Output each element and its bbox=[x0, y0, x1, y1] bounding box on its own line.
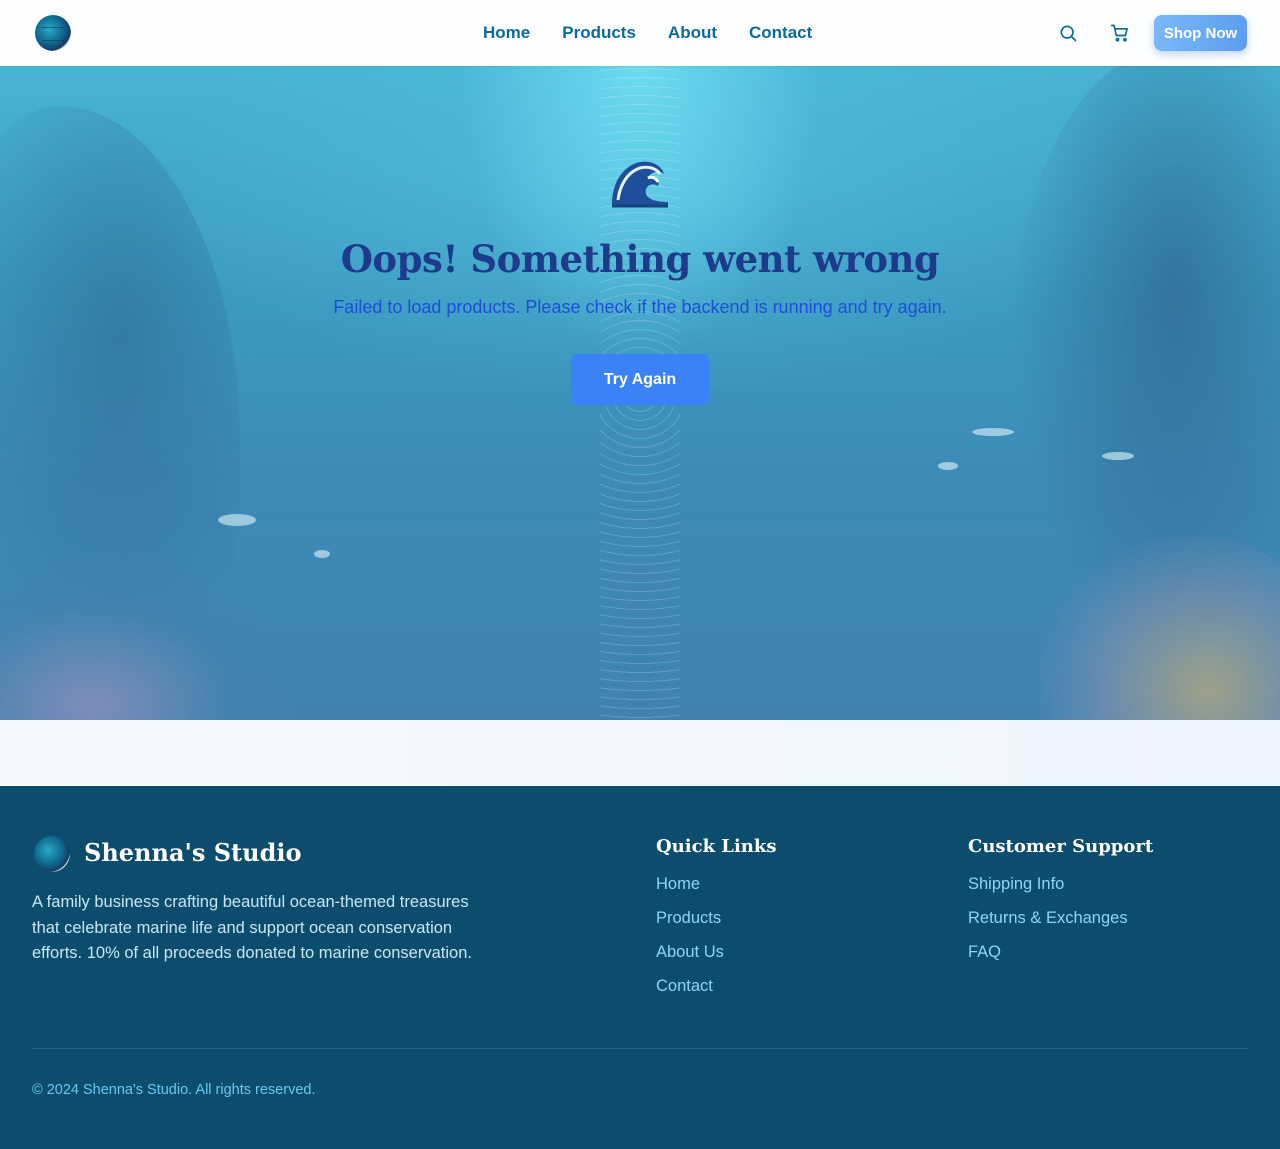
wave-icon bbox=[612, 161, 668, 208]
background-coral bbox=[0, 566, 290, 720]
hero-error-section: Oops! Something went wrong Failed to loa… bbox=[0, 66, 1280, 720]
logo[interactable] bbox=[35, 15, 71, 51]
footer-link-faq[interactable]: FAQ bbox=[968, 943, 1153, 963]
site-footer: Shenna's Studio A family business crafti… bbox=[0, 786, 1280, 1149]
footer-brand: Shenna's Studio bbox=[84, 838, 302, 867]
footer-quick-links: Quick Links Home Products About Us Conta… bbox=[656, 836, 777, 1011]
footer-link-products[interactable]: Products bbox=[656, 909, 777, 929]
try-again-button[interactable]: Try Again bbox=[571, 354, 709, 405]
cart-icon bbox=[1110, 24, 1128, 42]
copyright: © 2024 Shenna's Studio. All rights reser… bbox=[32, 1082, 316, 1098]
footer-link-contact[interactable]: Contact bbox=[656, 977, 777, 997]
site-header: Home Products About Contact Shop Now bbox=[0, 0, 1280, 66]
search-button[interactable] bbox=[1056, 21, 1080, 45]
shop-now-button[interactable]: Shop Now bbox=[1154, 15, 1247, 51]
background-fish bbox=[938, 462, 958, 470]
footer-link-home[interactable]: Home bbox=[656, 875, 777, 895]
content-spacer bbox=[0, 720, 1280, 786]
nav-home[interactable]: Home bbox=[483, 23, 530, 43]
error-title: Oops! Something went wrong bbox=[340, 237, 940, 281]
background-fish bbox=[314, 550, 330, 558]
main-nav: Home Products About Contact bbox=[483, 0, 844, 66]
footer-link-shipping[interactable]: Shipping Info bbox=[968, 875, 1153, 895]
footer-logo bbox=[34, 836, 70, 872]
footer-link-about[interactable]: About Us bbox=[656, 943, 777, 963]
background-fish bbox=[218, 514, 256, 526]
cart-button[interactable] bbox=[1108, 21, 1132, 45]
customer-support-heading: Customer Support bbox=[968, 836, 1154, 857]
nav-about[interactable]: About bbox=[668, 23, 717, 43]
footer-description: A family business crafting beautiful oce… bbox=[32, 893, 472, 962]
footer-divider bbox=[32, 1048, 1248, 1049]
quick-links-heading: Quick Links bbox=[656, 836, 777, 857]
background-fish bbox=[1102, 452, 1134, 460]
footer-customer-support: Customer Support Shipping Info Returns &… bbox=[968, 836, 1153, 977]
nav-products[interactable]: Products bbox=[562, 23, 636, 43]
error-message: Failed to load products. Please check if… bbox=[333, 297, 947, 317]
footer-link-returns[interactable]: Returns & Exchanges bbox=[968, 909, 1153, 929]
search-icon bbox=[1060, 25, 1077, 42]
background-fish bbox=[972, 428, 1014, 436]
nav-contact[interactable]: Contact bbox=[749, 23, 812, 43]
